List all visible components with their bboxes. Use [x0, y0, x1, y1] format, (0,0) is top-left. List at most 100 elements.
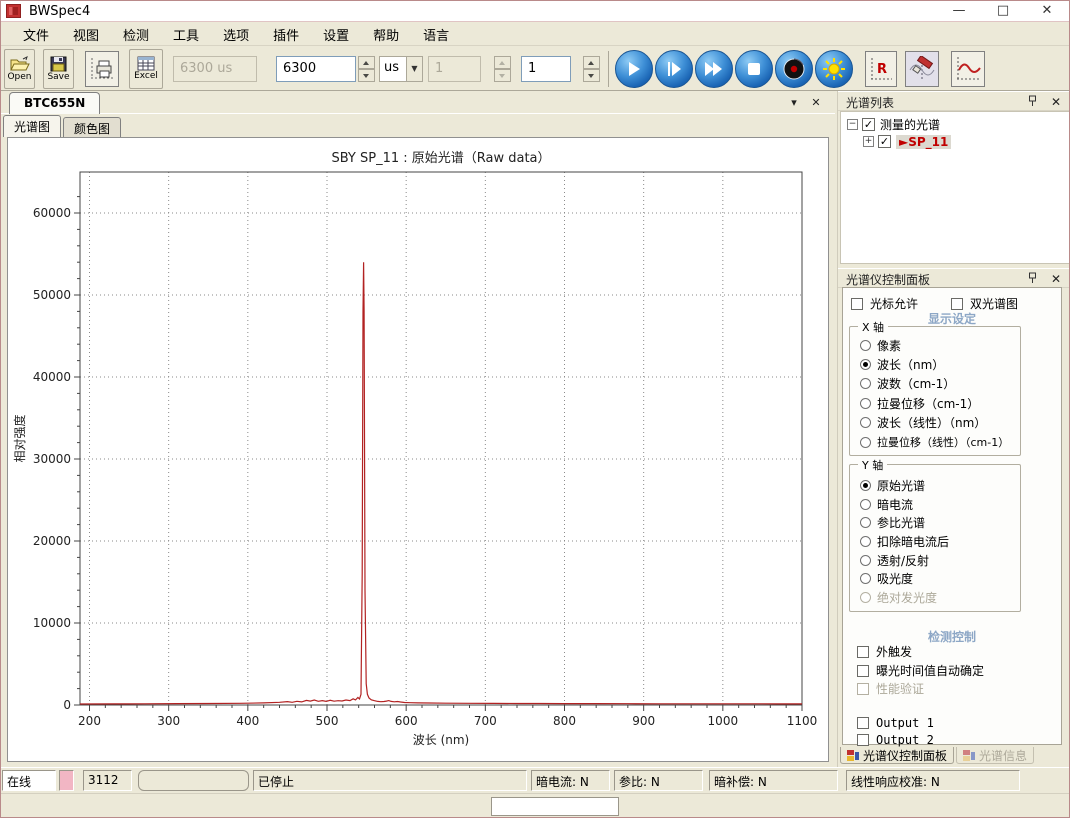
- menu-plugins[interactable]: 插件: [261, 23, 311, 46]
- menu-language[interactable]: 语言: [411, 23, 461, 46]
- external-trigger-checkbox[interactable]: 外触发: [857, 643, 912, 660]
- y-option-dark[interactable]: 暗电流: [860, 496, 913, 513]
- exposure-time-input[interactable]: [276, 55, 356, 82]
- time-unit-dropdown[interactable]: us ▼: [379, 55, 423, 82]
- stop-button[interactable]: [735, 49, 773, 88]
- pin-icon[interactable]: [1024, 95, 1040, 109]
- y-option-raw[interactable]: 原始光谱: [860, 477, 925, 494]
- tab-spectrum-view[interactable]: 光谱图: [3, 115, 62, 137]
- radio-disabled-icon: [860, 592, 871, 603]
- open-button[interactable]: Open: [4, 48, 35, 89]
- checkbox-icon[interactable]: [857, 645, 869, 658]
- menu-file[interactable]: 文件: [11, 23, 61, 46]
- x-option-pixel[interactable]: 像素: [860, 337, 901, 354]
- average-count-input[interactable]: [521, 55, 571, 82]
- checkbox-icon[interactable]: [857, 717, 869, 729]
- root-checkbox[interactable]: ✓: [862, 118, 875, 131]
- excel-export-button[interactable]: Excel: [129, 48, 163, 89]
- acquire-continuous-button[interactable]: [615, 49, 653, 88]
- checkbox-icon[interactable]: [851, 297, 863, 310]
- radio-icon[interactable]: [860, 536, 871, 547]
- radio-icon[interactable]: [860, 517, 871, 528]
- close-button[interactable]: ✕: [1025, 1, 1069, 22]
- checkbox-icon[interactable]: [951, 297, 963, 310]
- panel-close-icon[interactable]: ✕: [1048, 272, 1064, 286]
- average-spinner[interactable]: [583, 55, 600, 82]
- radio-icon[interactable]: [860, 573, 871, 584]
- svg-text:300: 300: [157, 714, 180, 728]
- y-axis-group: Y 轴 原始光谱 暗电流 参比光谱 扣除暗电流后 透射/反射 吸光度 绝对发光度: [849, 457, 1021, 612]
- item-checkbox[interactable]: ✓: [878, 135, 891, 148]
- radio-selected-icon[interactable]: [860, 480, 871, 491]
- y-option-reference[interactable]: 参比光谱: [860, 514, 925, 531]
- menu-options[interactable]: 选项: [211, 23, 261, 46]
- menu-detect[interactable]: 检测: [111, 23, 161, 46]
- radio-icon[interactable]: [860, 398, 871, 409]
- tab-close-icon[interactable]: ✕: [807, 95, 825, 111]
- svg-text:600: 600: [395, 714, 418, 728]
- x-option-wavelength[interactable]: 波长（nm）: [860, 356, 944, 373]
- acquire-fast-button[interactable]: [695, 49, 733, 88]
- reference-light-button[interactable]: [815, 49, 853, 88]
- radio-icon[interactable]: [860, 340, 871, 351]
- spectra-list-title: 光谱列表: [846, 96, 895, 110]
- save-button[interactable]: Save: [43, 48, 74, 89]
- spectrum-chart-area[interactable]: SBY SP_11 : 原始光谱（Raw data） 200 300 400 500 60…: [7, 137, 829, 762]
- tab-color-view[interactable]: 颜色图: [63, 117, 122, 137]
- tree-root-row[interactable]: − ✓ 测量的光谱: [847, 116, 940, 133]
- output1-checkbox[interactable]: Output 1: [857, 716, 934, 730]
- dropdown-arrow-icon[interactable]: ▼: [406, 56, 422, 81]
- tree-item-row[interactable]: + ✓ ►SP_11: [863, 133, 952, 150]
- tree-item-sp11[interactable]: ►SP_11: [896, 134, 952, 149]
- tab-spectrum-info[interactable]: 光谱信息: [956, 747, 1035, 764]
- bwspec4-window: BWSpec4 — □ ✕ 文件 视图 检测 工具 选项 插件 设置 帮助 语言…: [0, 0, 1070, 818]
- radio-icon[interactable]: [860, 555, 871, 566]
- radio-icon[interactable]: [860, 417, 871, 428]
- radio-icon[interactable]: [860, 499, 871, 510]
- x-option-raman-linear[interactable]: 拉曼位移（线性）（cm-1）: [860, 434, 1009, 450]
- y-option-dark-subtracted[interactable]: 扣除暗电流后: [860, 533, 949, 550]
- menu-view[interactable]: 视图: [61, 23, 111, 46]
- x-option-raman-shift[interactable]: 拉曼位移（cm-1）: [860, 395, 979, 412]
- collapse-icon[interactable]: −: [847, 119, 858, 130]
- tab-btc655n[interactable]: BTC655N: [9, 92, 101, 114]
- play-icon: [629, 61, 640, 76]
- y-axis-group-title: Y 轴: [858, 457, 888, 473]
- y-option-absorbance[interactable]: 吸光度: [860, 570, 913, 587]
- print-plot-button[interactable]: [85, 50, 119, 87]
- output2-checkbox[interactable]: Output 2: [857, 733, 934, 747]
- minimize-button[interactable]: —: [937, 1, 981, 22]
- curve-view-button[interactable]: [951, 50, 985, 87]
- panel-close-icon[interactable]: ✕: [1048, 95, 1064, 109]
- status-reference: 参比: N: [614, 770, 703, 791]
- maximize-button[interactable]: □: [981, 1, 1025, 22]
- exposure-spinner[interactable]: [358, 55, 375, 82]
- svg-text:1000: 1000: [708, 714, 739, 728]
- tree-root-label[interactable]: 测量的光谱: [880, 116, 940, 133]
- x-option-wavelength-linear[interactable]: 波长（线性）（nm）: [860, 414, 986, 431]
- menu-help[interactable]: 帮助: [361, 23, 411, 46]
- radio-icon[interactable]: [860, 378, 871, 389]
- sine-curve-icon: [957, 56, 981, 79]
- dark-current-button[interactable]: [775, 49, 813, 88]
- pin-icon[interactable]: [1024, 272, 1040, 286]
- checkbox-icon[interactable]: [857, 734, 869, 746]
- x-option-wavenumber[interactable]: 波数（cm-1）: [860, 375, 955, 392]
- spectrum-plot[interactable]: SBY SP_11 : 原始光谱（Raw data） 200 300 400 500 60…: [8, 138, 828, 761]
- acquire-single-button[interactable]: [655, 49, 693, 88]
- status-bar: 在线 3112 已停止 暗电流: N 参比: N 暗补偿: N 线性响应校准: …: [1, 767, 1069, 793]
- auto-exposure-checkbox[interactable]: 曝光时间值自动确定: [857, 662, 984, 679]
- erase-spectrum-button[interactable]: [905, 50, 939, 87]
- y-option-transmission[interactable]: 透射/反射: [860, 552, 929, 569]
- window-title: BWSpec4: [29, 4, 91, 19]
- menu-settings[interactable]: 设置: [311, 23, 361, 46]
- tab-control-panel[interactable]: 光谱仪控制面板: [840, 747, 955, 764]
- radio-selected-icon[interactable]: [860, 359, 871, 370]
- tab-list-caret-icon[interactable]: ▾: [785, 95, 803, 111]
- expand-icon[interactable]: +: [863, 136, 874, 147]
- checkbox-icon[interactable]: [857, 664, 869, 677]
- dark-shutter-icon: [783, 58, 805, 79]
- menu-tools[interactable]: 工具: [161, 23, 211, 46]
- raman-axis-button[interactable]: R: [865, 50, 897, 87]
- radio-icon[interactable]: [860, 436, 871, 448]
